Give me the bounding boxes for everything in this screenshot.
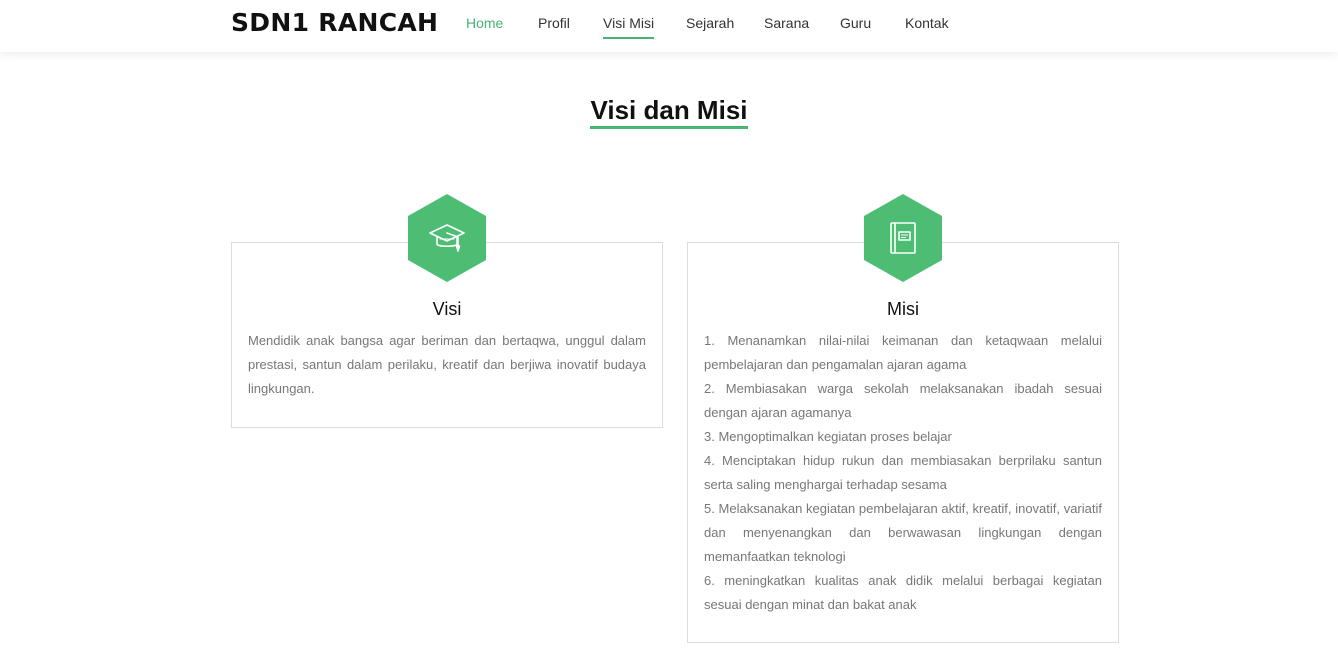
misi-item: 4. Menciptakan hidup rukun dan membiasak… bbox=[704, 453, 1102, 492]
misi-item: 2. Membiasakan warga sekolah melaksanaka… bbox=[704, 381, 1102, 420]
nav-kontak[interactable]: Kontak bbox=[905, 15, 949, 31]
site-header: SDN1 RANCAH Home Profil Visi Misi Sejara… bbox=[0, 0, 1338, 52]
visi-text: Mendidik anak bangsa agar beriman dan be… bbox=[248, 333, 646, 396]
section-title-wrapper: Visi dan Misi bbox=[0, 94, 1338, 129]
misi-item: 5. Melaksanakan kegiatan pembelajaran ak… bbox=[704, 501, 1102, 564]
nav-sarana[interactable]: Sarana bbox=[764, 15, 809, 31]
page-title: Visi dan Misi bbox=[590, 94, 748, 129]
misi-list: 1. Menanamkan nilai-nilai keimanan dan k… bbox=[704, 329, 1102, 617]
graduation-cap-icon bbox=[429, 224, 465, 252]
misi-item: 1. Menanamkan nilai-nilai keimanan dan k… bbox=[704, 333, 1102, 372]
nav-profil[interactable]: Profil bbox=[538, 15, 570, 31]
nav-guru[interactable]: Guru bbox=[840, 15, 871, 31]
site-logo[interactable]: SDN1 RANCAH bbox=[231, 8, 438, 37]
misi-card: Misi 1. Menanamkan nilai-nilai keimanan … bbox=[687, 242, 1119, 643]
misi-item: 3. Mengoptimalkan kegiatan proses belaja… bbox=[704, 429, 952, 444]
book-icon bbox=[890, 222, 916, 254]
nav-home[interactable]: Home bbox=[466, 15, 503, 31]
nav-sejarah[interactable]: Sejarah bbox=[686, 15, 734, 31]
visi-title: Visi bbox=[432, 299, 462, 319]
misi-item: 6. meningkatkan kualitas anak didik mela… bbox=[704, 573, 1102, 612]
nav-visi-misi[interactable]: Visi Misi bbox=[603, 15, 655, 39]
misi-title: Misi bbox=[887, 299, 919, 319]
